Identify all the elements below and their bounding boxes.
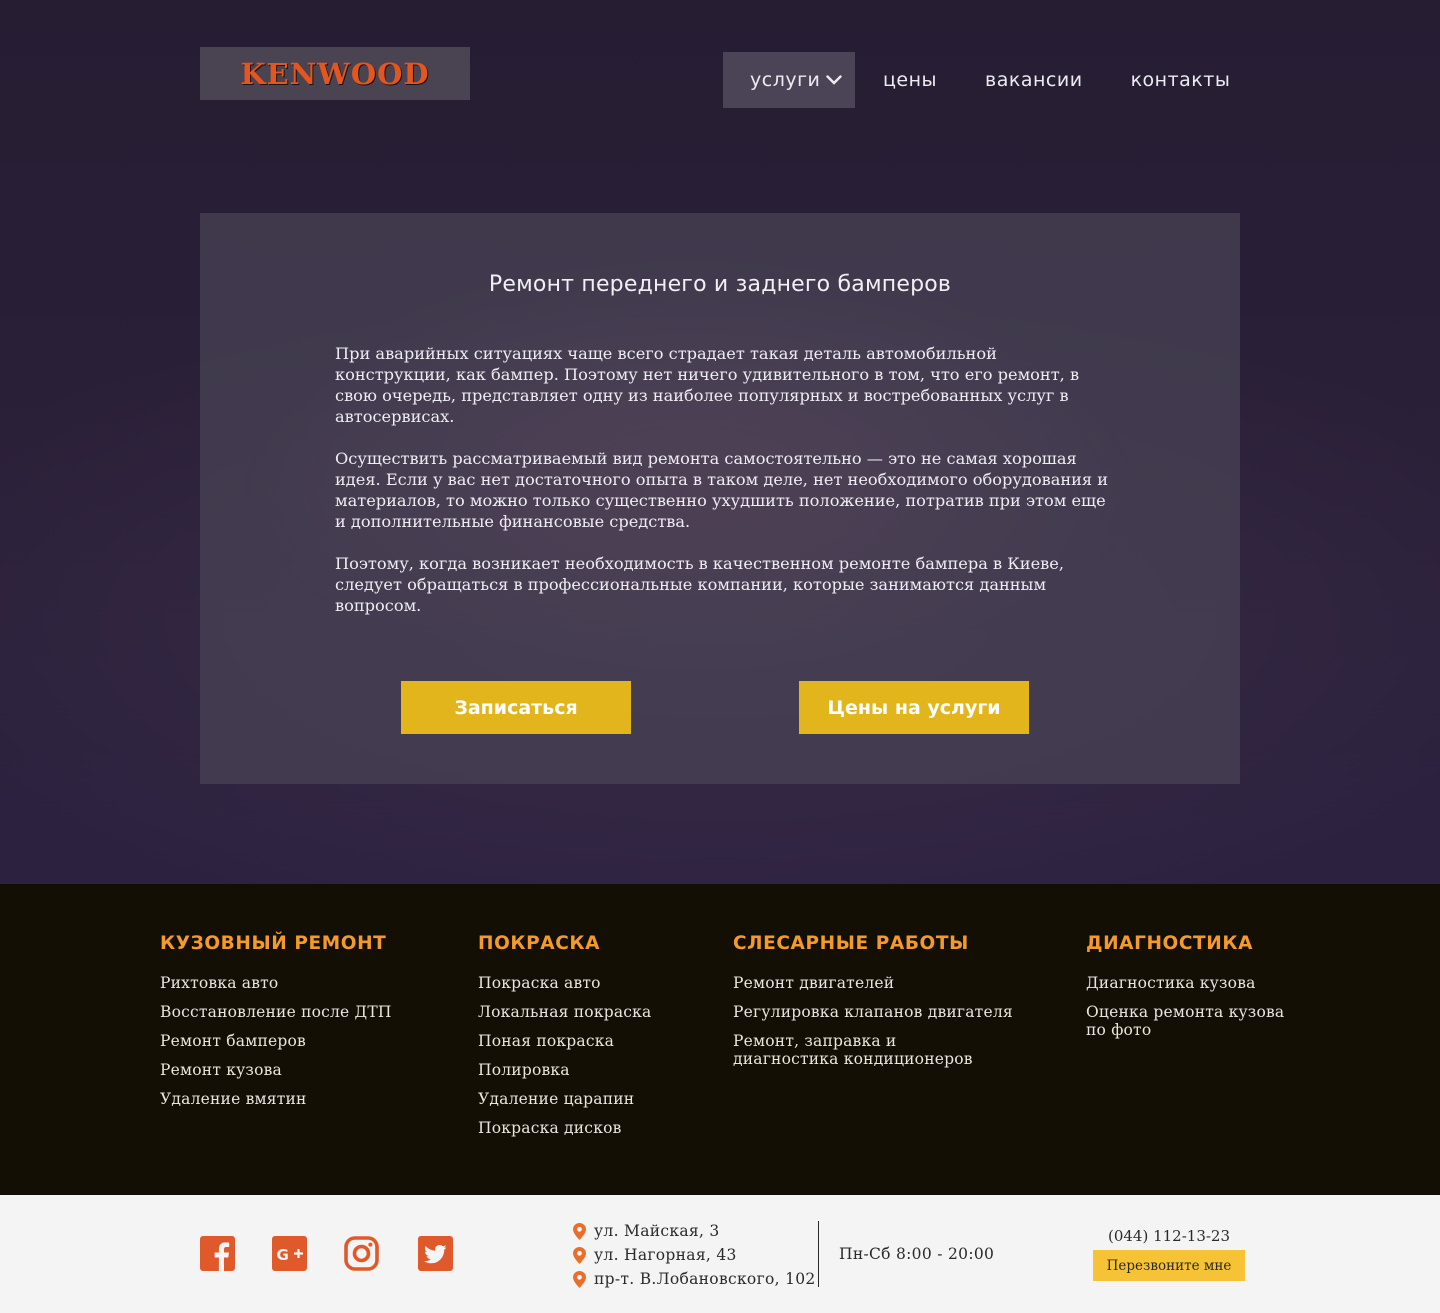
divider [818, 1221, 819, 1287]
nav-item-prices[interactable]: цены [883, 52, 937, 108]
service-link[interactable]: Локальная покраска [478, 1003, 708, 1021]
nav-item-services[interactable]: услуги [723, 52, 855, 108]
address-list: ул. Майская, 3 ул. Нагорная, 43 пр-т. В.… [573, 1219, 816, 1291]
service-link[interactable]: Регулировка клапанов двигателя [733, 1003, 1033, 1021]
address-item: ул. Майская, 3 [573, 1219, 816, 1243]
map-pin-icon [573, 1222, 586, 1240]
prices-button[interactable]: Цены на услуги [799, 681, 1029, 734]
logo[interactable]: KENWOOD [200, 47, 470, 100]
article-paragraph: Осуществить рассматриваемый вид ремонта … [335, 449, 1109, 531]
address-item: ул. Нагорная, 43 [573, 1243, 816, 1267]
services-column-painting: ПОКРАСКА Покраска авто Локальная покраск… [478, 933, 708, 1148]
service-link[interactable]: Ремонт, заправка и диагностика кондицион… [733, 1032, 973, 1068]
working-hours: Пн-Сб 8:00 - 20:00 [839, 1245, 995, 1263]
service-link[interactable]: Поная покраска [478, 1032, 708, 1050]
callback-button[interactable]: Перезвоните мне [1093, 1250, 1245, 1281]
services-footer: КУЗОВНЫЙ РЕМОНТ Рихтовка авто Восстановл… [0, 884, 1440, 1195]
contact-bar: G ул. Майская, 3 ул. Нагорная, 43 пр-т. … [0, 1195, 1440, 1313]
service-link[interactable]: Оценка ремонта кузова по фото [1086, 1003, 1286, 1039]
service-link[interactable]: Ремонт двигателей [733, 974, 1033, 992]
services-heading: СЛЕСАРНЫЕ РАБОТЫ [733, 933, 969, 954]
services-column-mechanical: СЛЕСАРНЫЕ РАБОТЫ Ремонт двигателей Регул… [733, 933, 1033, 1079]
services-heading: ПОКРАСКА [478, 933, 601, 954]
instagram-icon[interactable] [344, 1236, 379, 1271]
service-link[interactable]: Ремонт бамперов [160, 1032, 450, 1050]
services-heading: ДИАГНОСТИКА [1086, 933, 1253, 954]
nav-item-contacts[interactable]: контакты [1131, 52, 1231, 108]
address-text: ул. Майская, 3 [594, 1222, 720, 1240]
chevron-down-icon [826, 75, 843, 85]
services-column-diagnostics: ДИАГНОСТИКА Диагностика кузова Оценка ре… [1086, 933, 1306, 1050]
service-link[interactable]: Покраска авто [478, 974, 708, 992]
address-text: пр-т. В.Лобановского, 102 [594, 1270, 816, 1288]
nav-label-services: услуги [750, 69, 821, 91]
article-paragraph: При аварийных ситуациях чаще всего страд… [335, 344, 1080, 426]
hero-section: KENWOOD услуги цены вакансии контакты Ре… [0, 0, 1440, 884]
service-link[interactable]: Покраска дисков [478, 1119, 708, 1137]
logo-text: KENWOOD [240, 56, 430, 91]
facebook-icon[interactable] [200, 1236, 235, 1271]
service-link[interactable]: Диагностика кузова [1086, 974, 1306, 992]
article-paragraph: Поэтому, когда возникает необходимость в… [335, 554, 1065, 615]
nav-item-vacancies[interactable]: вакансии [985, 52, 1083, 108]
book-button[interactable]: Записаться [401, 681, 631, 734]
main-nav: услуги цены вакансии контакты [723, 52, 1230, 108]
service-link[interactable]: Удаление царапин [478, 1090, 708, 1108]
service-link[interactable]: Удаление вмятин [160, 1090, 450, 1108]
address-text: ул. Нагорная, 43 [594, 1246, 737, 1264]
twitter-icon[interactable] [418, 1236, 453, 1271]
service-link[interactable]: Ремонт кузова [160, 1061, 450, 1079]
svg-text:G: G [277, 1246, 289, 1264]
article-text: При аварийных ситуациях чаще всего страд… [335, 343, 1110, 637]
service-link[interactable]: Полировка [478, 1061, 708, 1079]
map-pin-icon [573, 1246, 586, 1264]
address-item: пр-т. В.Лобановского, 102 [573, 1267, 816, 1291]
service-link[interactable]: Рихтовка авто [160, 974, 450, 992]
map-pin-icon [573, 1270, 586, 1288]
services-column-body-repair: КУЗОВНЫЙ РЕМОНТ Рихтовка авто Восстановл… [160, 933, 450, 1119]
page-title: Ремонт переднего и заднего бамперов [488, 272, 952, 297]
service-link[interactable]: Восстановление после ДТП [160, 1003, 450, 1021]
google-plus-icon[interactable]: G [272, 1236, 307, 1271]
services-heading: КУЗОВНЫЙ РЕМОНТ [160, 933, 387, 954]
phone-number[interactable]: (044) 112-13-23 [1093, 1227, 1245, 1245]
